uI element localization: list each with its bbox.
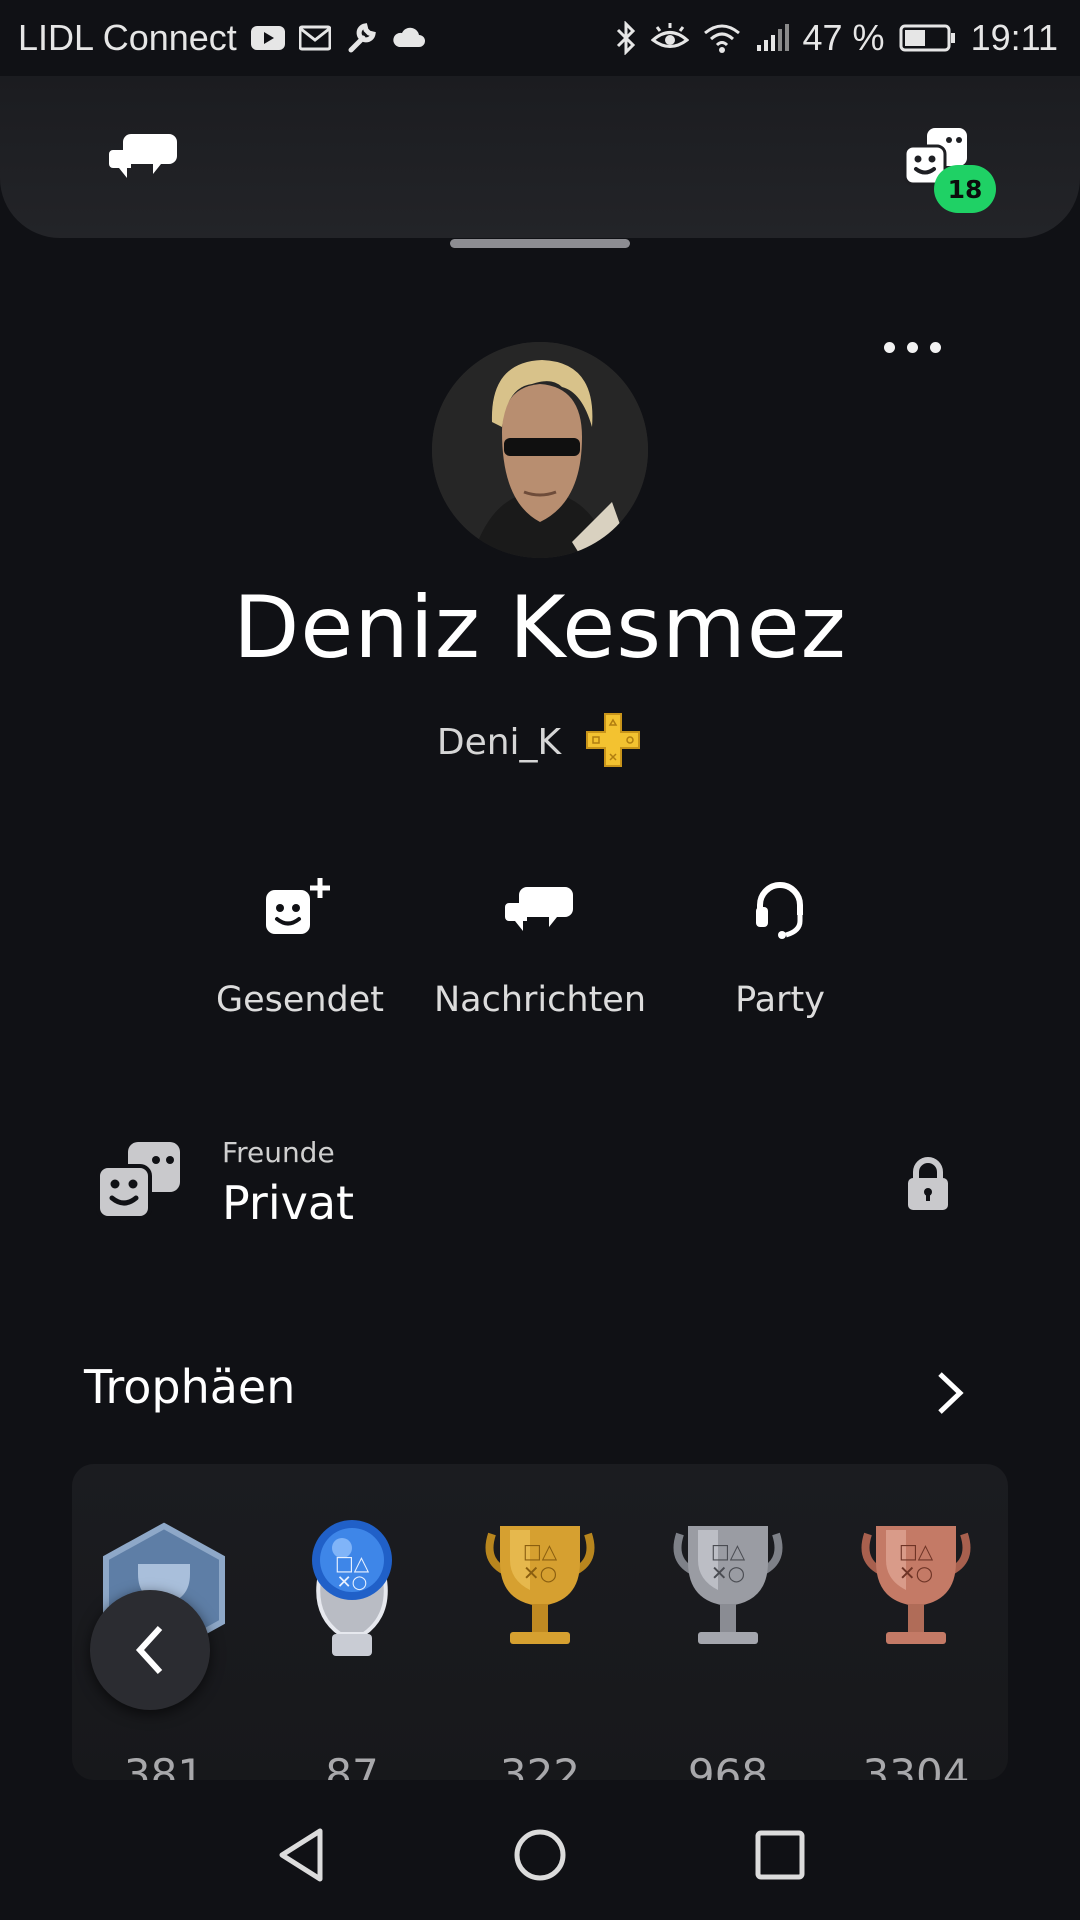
- party-headset-icon: [756, 882, 803, 939]
- trophy-count: 968: [687, 1750, 769, 1780]
- trophies-chevron-right-icon[interactable]: [930, 1368, 970, 1422]
- messages-button[interactable]: [104, 122, 184, 192]
- more-dot: [906, 341, 918, 353]
- display-name: Deniz Kesmez: [233, 578, 847, 678]
- more-dot: [929, 341, 941, 353]
- circle-home-icon: [514, 1829, 566, 1881]
- friends-count-badge: 18: [934, 165, 996, 213]
- square-recents-icon: [755, 1830, 805, 1880]
- battery-percent: 47 %: [802, 17, 885, 58]
- nav-recents-button[interactable]: [735, 1820, 825, 1890]
- svg-text:□△: □△: [899, 1539, 934, 1563]
- mail-icon: [298, 25, 331, 51]
- friend-request-sent-icon: [266, 878, 330, 934]
- action-label: Nachrichten: [433, 980, 647, 1020]
- clock: 19:11: [970, 17, 1058, 58]
- bronze-trophy-icon: □△ ✕○: [861, 1526, 971, 1644]
- silver-trophy-icon: □△ ✕○: [673, 1526, 783, 1644]
- messages-icon: [505, 887, 573, 931]
- trophy-bronze: □△ ✕○ 3304: [846, 1514, 986, 1780]
- bluetooth-icon: [615, 21, 637, 55]
- nav-home-button[interactable]: [495, 1820, 585, 1890]
- lock-icon: [904, 1154, 952, 1216]
- cell-signal-icon: [755, 23, 789, 53]
- quick-access-sheet: [0, 76, 1080, 248]
- action-label: Party: [735, 980, 825, 1020]
- trophy-count: 3304: [862, 1750, 970, 1780]
- svg-text:□△: □△: [523, 1539, 558, 1563]
- youtube-icon: [250, 25, 285, 51]
- wrench-icon: [345, 22, 377, 54]
- avatar-portrait: [432, 342, 648, 558]
- party-button[interactable]: Party: [660, 870, 900, 1020]
- carrier-name: LIDL Connect: [18, 17, 237, 58]
- status-bar: LIDL Connect 47 % 19:11: [0, 0, 1080, 76]
- friends-visibility: Privat: [222, 1176, 355, 1230]
- triangle-back-icon: [279, 1828, 323, 1882]
- sheet-drag-handle[interactable]: [450, 239, 630, 248]
- trophy-platinum: □△ ✕○ 87: [282, 1514, 422, 1780]
- friends-caption: Freunde: [222, 1136, 335, 1169]
- more-dot: [883, 341, 895, 353]
- online-id: Deni_K: [436, 721, 562, 763]
- cloud-icon: [391, 27, 425, 49]
- action-label: Gesendet: [215, 980, 385, 1020]
- svg-text:✕○: ✕○: [711, 1561, 745, 1585]
- friend-request-sent-button[interactable]: Gesendet: [180, 870, 420, 1020]
- playstation-plus-icon: [583, 710, 643, 774]
- trophies-summary-card[interactable]: 381 □△ ✕○ 87 □△ ✕○ 322 □△ ✕○ 968 □△ ✕○ 3…: [72, 1464, 1008, 1780]
- friends-privacy-row[interactable]: Freunde Privat: [96, 1130, 976, 1260]
- svg-text:□△: □△: [711, 1539, 746, 1563]
- trophy-silver: □△ ✕○ 968: [658, 1514, 798, 1780]
- eye-comfort-icon: [650, 23, 689, 53]
- avatar[interactable]: [432, 342, 648, 558]
- more-options-button[interactable]: [880, 335, 944, 359]
- trophy-gold: □△ ✕○ 322: [470, 1514, 610, 1780]
- chat-bubbles-icon: [109, 134, 177, 178]
- trophy-count: 322: [499, 1750, 581, 1780]
- svg-text:✕○: ✕○: [337, 1572, 368, 1593]
- system-navigation-bar: [0, 1790, 1080, 1920]
- wifi-icon: [703, 23, 741, 53]
- back-button[interactable]: [90, 1590, 210, 1710]
- svg-text:✕○: ✕○: [899, 1561, 933, 1585]
- friends-icon: [96, 1140, 182, 1226]
- messages-action-button[interactable]: Nachrichten: [420, 870, 660, 1020]
- gold-trophy-icon: □△ ✕○: [485, 1526, 595, 1644]
- trophy-count: 87: [325, 1750, 379, 1780]
- platinum-trophy-icon: □△ ✕○: [312, 1520, 392, 1656]
- trophies-heading: Trophäen: [84, 1360, 296, 1414]
- trophy-count: 381: [123, 1750, 205, 1780]
- nav-back-button[interactable]: [256, 1820, 346, 1890]
- battery-icon: [899, 23, 957, 53]
- chevron-left-icon: [135, 1625, 163, 1675]
- svg-text:✕○: ✕○: [523, 1561, 557, 1585]
- online-id-row: Deni_K: [0, 710, 1080, 774]
